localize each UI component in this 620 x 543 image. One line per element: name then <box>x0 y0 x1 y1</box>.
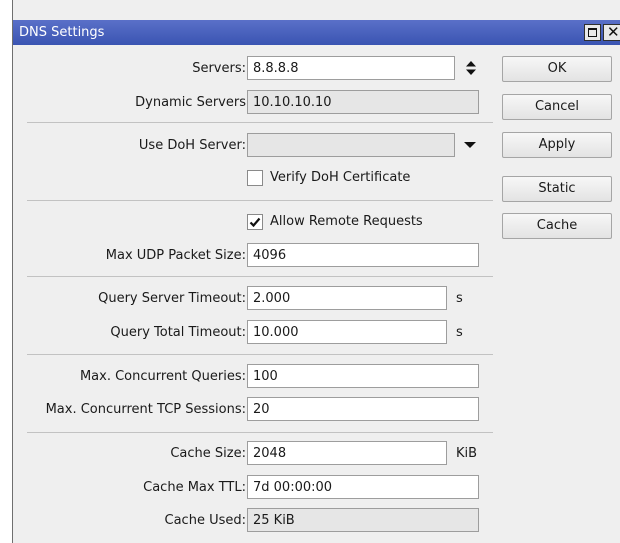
dropdown-triangle-icon[interactable] <box>463 137 477 153</box>
cache-size-label: Cache Size: <box>170 446 246 461</box>
query-server-timeout-unit: s <box>456 291 463 306</box>
updown-arrows-icon[interactable] <box>464 60 478 76</box>
dns-settings-window: DNS Settings ✕ Servers: 8.8.8.8 Dynamic … <box>12 0 620 543</box>
max-concurrent-queries-input[interactable]: 100 <box>247 364 479 388</box>
maximize-button[interactable] <box>584 24 601 41</box>
static-button[interactable]: Static <box>502 176 612 202</box>
divider <box>27 276 493 277</box>
verify-doh-certificate-checkbox-row[interactable]: Verify DoH Certificate <box>247 168 487 192</box>
dynamic-servers-label: Dynamic Servers <box>135 95 246 110</box>
servers-input[interactable]: 8.8.8.8 <box>247 56 455 80</box>
cache-size-unit: KiB <box>456 446 478 461</box>
allow-remote-requests-label: Allow Remote Requests <box>270 214 423 229</box>
dynamic-servers-row: Dynamic Servers 10.10.10.10 <box>13 90 503 116</box>
maximize-icon <box>588 28 597 37</box>
ok-button[interactable]: OK <box>502 56 612 82</box>
max-concurrent-tcp-sessions-input[interactable]: 20 <box>247 397 479 421</box>
max-udp-packet-size-label: Max UDP Packet Size: <box>105 248 246 263</box>
query-server-timeout-input[interactable]: 2.000 <box>247 286 447 310</box>
close-button[interactable]: ✕ <box>603 23 620 41</box>
use-doh-server-row: Use DoH Server: <box>13 133 503 159</box>
query-total-timeout-input[interactable]: 10.000 <box>247 320 447 344</box>
cache-used-row: Cache Used: 25 KiB <box>13 508 503 534</box>
verify-doh-certificate-label: Verify DoH Certificate <box>270 170 411 185</box>
cache-button[interactable]: Cache <box>502 213 612 239</box>
query-server-timeout-label: Query Server Timeout: <box>98 291 246 306</box>
max-concurrent-tcp-sessions-row: Max. Concurrent TCP Sessions: 20 <box>13 397 503 423</box>
max-udp-packet-size-input[interactable]: 4096 <box>247 243 479 267</box>
query-total-timeout-unit: s <box>456 325 463 340</box>
query-server-timeout-row: Query Server Timeout: 2.000 s <box>13 286 503 312</box>
cache-max-ttl-row: Cache Max TTL: 7d 00:00:00 <box>13 475 503 501</box>
apply-button[interactable]: Apply <box>502 132 612 158</box>
divider <box>27 200 493 201</box>
query-total-timeout-label: Query Total Timeout: <box>110 325 246 340</box>
cache-size-input[interactable]: 2048 <box>247 441 447 465</box>
allow-remote-requests-checkbox[interactable] <box>247 214 263 230</box>
divider <box>27 354 493 355</box>
allow-remote-requests-checkbox-row[interactable]: Allow Remote Requests <box>247 212 487 236</box>
use-doh-server-select[interactable] <box>247 133 455 157</box>
divider <box>27 432 493 433</box>
cache-used-field: 25 KiB <box>247 508 479 532</box>
cache-used-label: Cache Used: <box>164 513 246 528</box>
cache-max-ttl-input[interactable]: 7d 00:00:00 <box>247 475 479 499</box>
cancel-button[interactable]: Cancel <box>502 94 612 120</box>
checkmark-icon <box>249 217 261 228</box>
dynamic-servers-field: 10.10.10.10 <box>247 90 479 114</box>
servers-label: Servers: <box>192 61 246 76</box>
use-doh-server-label: Use DoH Server: <box>138 138 246 153</box>
query-total-timeout-row: Query Total Timeout: 10.000 s <box>13 320 503 346</box>
cache-size-row: Cache Size: 2048 KiB <box>13 441 503 467</box>
servers-row: Servers: 8.8.8.8 <box>13 56 503 82</box>
window-title: DNS Settings <box>19 25 105 40</box>
divider <box>27 122 493 123</box>
title-bar[interactable]: DNS Settings ✕ <box>13 20 620 45</box>
cache-max-ttl-label: Cache Max TTL: <box>143 480 246 495</box>
max-udp-packet-size-row: Max UDP Packet Size: 4096 <box>13 243 503 269</box>
close-icon: ✕ <box>607 23 620 41</box>
max-concurrent-queries-row: Max. Concurrent Queries: 100 <box>13 364 503 390</box>
max-concurrent-tcp-sessions-label: Max. Concurrent TCP Sessions: <box>45 402 246 417</box>
max-concurrent-queries-label: Max. Concurrent Queries: <box>79 369 246 384</box>
verify-doh-certificate-checkbox[interactable] <box>247 170 263 186</box>
